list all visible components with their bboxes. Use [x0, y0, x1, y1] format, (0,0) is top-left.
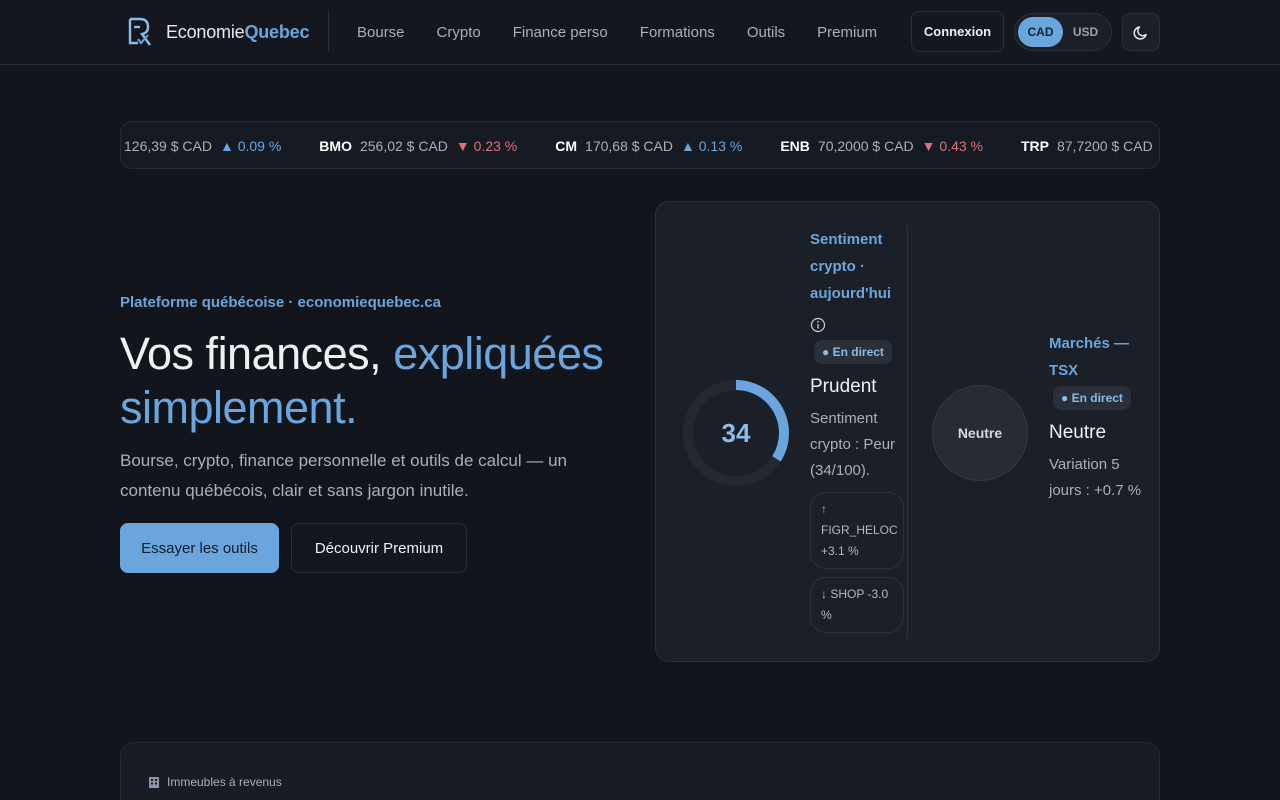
ticker-price: 126,39 $ CAD — [124, 138, 212, 154]
market-live-badge: ● En direct — [1053, 386, 1131, 410]
ticker-change-up: ▲ 0.09 % — [220, 138, 281, 154]
ticker-item[interactable]: ENB 70,2000 $ CAD ▼ 0.43 % — [780, 138, 983, 154]
ticker-item[interactable]: CM 170,68 $ CAD ▲ 0.13 % — [555, 138, 742, 154]
stock-ticker: 126,39 $ CAD ▲ 0.09 % BMO 256,02 $ CAD ▼ 0.2… — [120, 121, 1160, 169]
main-nav: Bourse Crypto Finance perso Formations O… — [341, 0, 893, 64]
ticker-symbol: CM — [555, 138, 578, 154]
market-state: Neutre — [1049, 422, 1107, 443]
nav-item-formations[interactable]: Formations — [624, 24, 731, 41]
header-divider — [328, 10, 329, 52]
ticker-symbol: TRP — [1020, 138, 1049, 154]
sentiment-card: 34 Sentiment crypto · aujourd'hui ● En d… — [655, 201, 1160, 662]
nav-item-outils[interactable]: Outils — [731, 24, 801, 41]
market-description: Variation 5 jours : +0.7 % — [1049, 456, 1142, 499]
income-property-card[interactable]: Immeubles à revenus — [120, 742, 1160, 800]
ticker-item[interactable]: BMO 256,02 $ CAD ▼ 0.23 % — [319, 138, 517, 154]
logo-icon — [128, 17, 151, 46]
mover-up-chip[interactable]: ↑ FIGR_HELOC +3.1 % — [810, 492, 904, 569]
currency-toggle: CAD USD — [1014, 13, 1112, 51]
site-logo[interactable]: EconomieQuebec — [126, 15, 309, 49]
market-mood-circle: Neutre — [932, 385, 1028, 481]
discover-premium-button[interactable]: Découvrir Premium — [291, 523, 467, 573]
ticker-item[interactable]: 126,39 $ CAD ▲ 0.09 % — [124, 138, 281, 154]
try-tools-button[interactable]: Essayer les outils — [120, 523, 279, 573]
nav-item-premium[interactable]: Premium — [801, 24, 893, 41]
ticker-change-down: ▼ 0.23 % — [456, 138, 517, 154]
currency-option-usd[interactable]: USD — [1063, 17, 1108, 47]
crypto-sentiment-column: Sentiment crypto · aujourd'hui ● En dire… — [810, 226, 906, 633]
crypto-sentiment-title: Sentiment crypto · aujourd'hui — [810, 231, 892, 302]
gauge-value: 34 — [721, 417, 751, 448]
crypto-state: Prudent — [810, 376, 877, 397]
hero-tagline: Plateforme québécoise · economiequebec.c… — [120, 294, 441, 311]
ticker-item[interactable]: TRP 87,7200 $ CAD — [1020, 138, 1159, 154]
nav-item-crypto[interactable]: Crypto — [421, 24, 497, 41]
logo-text: EconomieQuebec — [166, 21, 310, 42]
ticker-change-value: 0.43 % — [939, 138, 983, 154]
triangle-down-icon: ▼ — [921, 138, 940, 154]
ticker-change-value: 0.13 % — [698, 138, 743, 154]
currency-option-cad[interactable]: CAD — [1018, 17, 1063, 47]
live-badge: ● En direct — [814, 340, 892, 364]
moon-icon — [1133, 26, 1147, 40]
market-column: Marchés — TSX ● En direct Neutre Variati… — [1049, 330, 1149, 504]
building-icon — [149, 777, 159, 788]
ticker-track: 126,39 $ CAD ▲ 0.09 % BMO 256,02 $ CAD ▼ 0.2… — [124, 122, 1159, 168]
theme-toggle-button[interactable] — [1122, 13, 1160, 51]
hero-title: Vos finances, expliquées simplement. — [120, 328, 604, 433]
crypto-description: Sentiment crypto : Peur (34/100). — [810, 410, 896, 479]
mover-down-chip[interactable]: ↓ SHOP -3.0 % — [810, 577, 904, 633]
ticker-price: 170,68 $ CAD — [585, 138, 673, 154]
ticker-symbol: BMO — [319, 138, 352, 154]
card-divider — [907, 226, 908, 638]
login-button[interactable]: Connexion — [911, 11, 1004, 52]
nav-item-finance-perso[interactable]: Finance perso — [497, 24, 624, 41]
ticker-change-value: 0.09 % — [237, 138, 282, 154]
market-title: Marchés — TSX — [1049, 335, 1130, 379]
ticker-change-value: 0.23 % — [473, 138, 518, 154]
nav-item-bourse[interactable]: Bourse — [341, 24, 421, 41]
triangle-up-icon: ▲ — [219, 138, 238, 154]
income-property-label: Immeubles à revenus — [147, 775, 282, 789]
ticker-symbol: ENB — [780, 138, 810, 154]
hero-subtitle: Bourse, crypto, finance personnelle et o… — [120, 451, 567, 500]
ticker-change-down: ▼ 0.43 % — [922, 138, 983, 154]
triangle-up-icon: ▲ — [681, 138, 699, 154]
triangle-down-icon: ▼ — [455, 138, 474, 154]
info-icon[interactable] — [810, 317, 826, 333]
ticker-change-up: ▲ 0.13 % — [681, 138, 742, 154]
site-header: EconomieQuebec Bourse Crypto Finance per… — [0, 0, 1280, 65]
ticker-price: 256,02 $ CAD — [359, 138, 448, 154]
ticker-price: 87,7200 $ CAD — [1056, 138, 1153, 154]
ticker-price: 70,2000 $ CAD — [817, 138, 914, 154]
